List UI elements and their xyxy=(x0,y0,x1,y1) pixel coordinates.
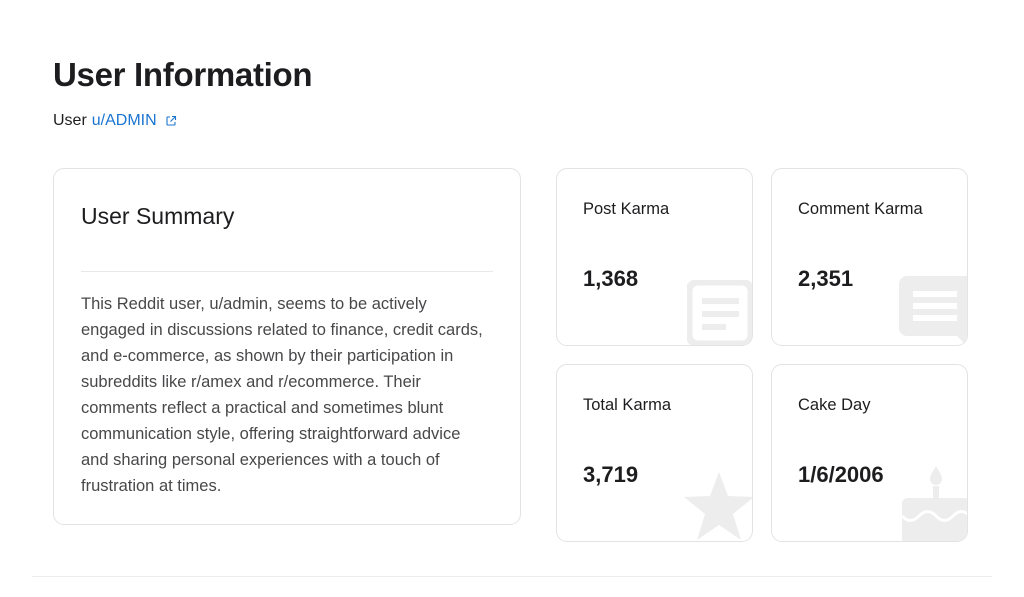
total-karma-value: 3,719 xyxy=(583,462,639,487)
page-title: User Information xyxy=(53,56,313,93)
post-karma-label: Post Karma xyxy=(583,200,670,218)
post-karma-card: Post Karma 1,368 xyxy=(556,168,753,346)
summary-divider xyxy=(81,271,493,272)
user-line: User u/ADMIN xyxy=(53,112,177,130)
user-summary-card: User Summary This Reddit user, u/admin, … xyxy=(53,168,521,525)
cake-day-value: 1/6/2006 xyxy=(798,462,884,487)
cake-icon xyxy=(902,466,967,541)
user-summary-text: This Reddit user, u/admin, seems to be a… xyxy=(81,295,483,495)
comment-karma-label: Comment Karma xyxy=(798,200,923,218)
footer-divider xyxy=(32,576,992,577)
total-karma-label: Total Karma xyxy=(583,396,672,414)
post-karma-value: 1,368 xyxy=(583,266,639,291)
star-icon xyxy=(684,472,752,540)
user-summary-title: User Summary xyxy=(81,203,235,229)
document-icon xyxy=(687,280,752,345)
user-prefix-label: User xyxy=(53,112,87,129)
cake-day-card: Cake Day 1/6/2006 xyxy=(771,364,968,542)
username-link[interactable]: u/ADMIN xyxy=(92,112,157,130)
total-karma-card: Total Karma 3,719 xyxy=(556,364,753,542)
comment-karma-card: Comment Karma 2,351 xyxy=(771,168,968,346)
comment-icon xyxy=(899,276,967,345)
comment-karma-value: 2,351 xyxy=(798,266,854,291)
cake-day-label: Cake Day xyxy=(798,396,871,414)
external-link-icon[interactable] xyxy=(165,115,177,127)
